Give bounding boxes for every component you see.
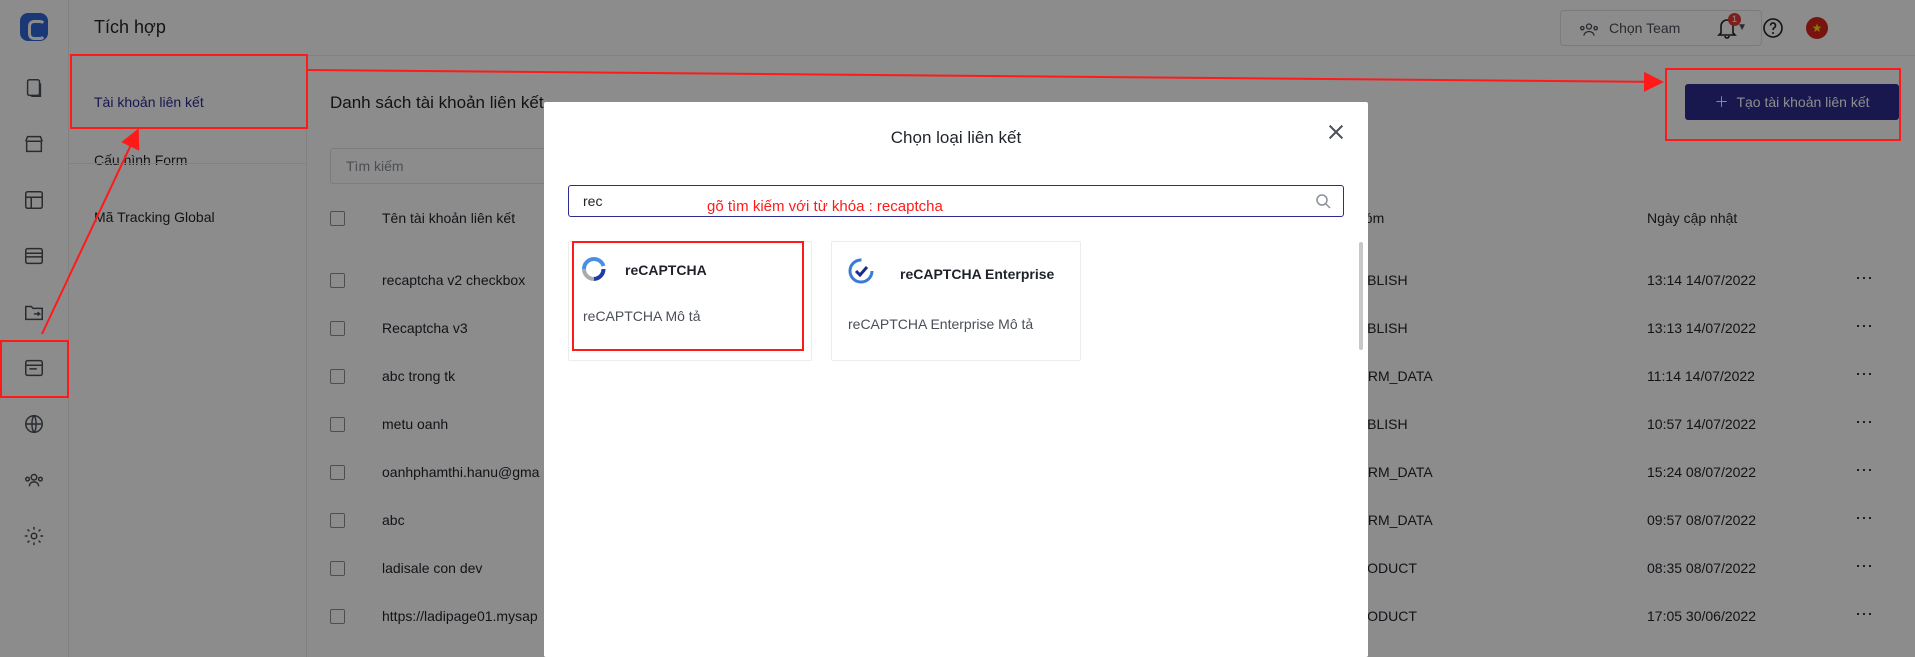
link-type-card-recaptcha-enterprise[interactable]: reCAPTCHA Enterprise reCAPTCHA Enterpris…: [831, 241, 1081, 361]
highlight-create-button: [1665, 68, 1901, 141]
modal-scrollbar[interactable]: [1359, 242, 1363, 350]
modal-search-value: rec: [583, 193, 603, 209]
choose-link-type-modal: Chọn loại liên kết rec reCAPTCHA reCAPTC…: [544, 102, 1368, 657]
recaptcha-enterprise-logo-icon: [848, 258, 874, 284]
annotation-search-hint: gõ tìm kiếm với từ khóa : recaptcha: [707, 198, 943, 215]
card-description: reCAPTCHA Enterprise Mô tả: [848, 316, 1034, 332]
highlight-linked-accounts: [70, 54, 308, 129]
card-name: reCAPTCHA Enterprise: [900, 266, 1055, 282]
search-icon: [1316, 194, 1331, 209]
close-icon[interactable]: [1328, 124, 1344, 140]
modal-search-input[interactable]: rec: [568, 185, 1344, 217]
highlight-recaptcha-card: [572, 241, 804, 351]
modal-title: Chọn loại liên kết: [890, 128, 1022, 147]
highlight-integration-rail-item: [0, 340, 69, 398]
